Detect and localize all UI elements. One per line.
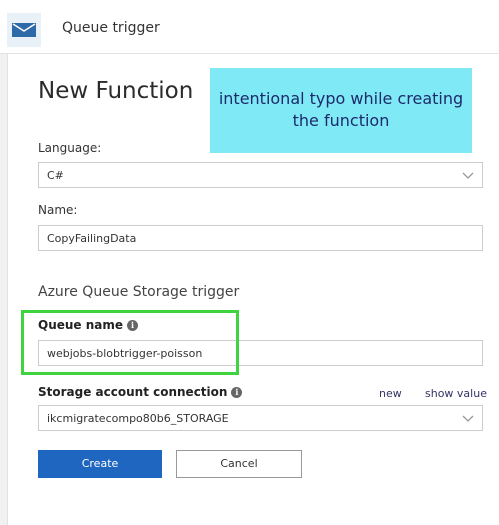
page-title: New Function [38,78,194,104]
annotation-callout: intentional typo while creating the func… [210,68,472,153]
info-icon[interactable]: i [231,387,243,398]
name-label: Name: [38,203,78,217]
show-value-link[interactable]: show value [425,387,487,400]
storage-label: Storage account connection i [38,385,243,399]
trigger-section-title: Azure Queue Storage trigger [38,284,240,300]
chevron-down-icon [462,172,474,179]
language-label: Language: [38,141,102,155]
blade-title: Queue trigger [62,20,160,36]
chevron-down-icon [462,415,474,422]
name-value: CopyFailingData [47,232,137,245]
highlight-box [21,310,239,375]
create-button[interactable]: Create [38,450,162,478]
envelope-icon [7,13,41,47]
language-select[interactable]: C# [38,162,483,188]
new-connection-link[interactable]: new [379,387,402,400]
storage-value: ikcmigratecompo80b6_STORAGE [47,412,229,425]
left-strip [0,0,8,525]
language-value: C# [47,169,64,182]
storage-label-text: Storage account connection [38,385,228,399]
blade-header: Queue trigger [0,0,499,54]
name-input[interactable]: CopyFailingData [38,225,483,251]
cancel-button[interactable]: Cancel [176,450,302,478]
storage-select[interactable]: ikcmigratecompo80b6_STORAGE [38,405,483,431]
